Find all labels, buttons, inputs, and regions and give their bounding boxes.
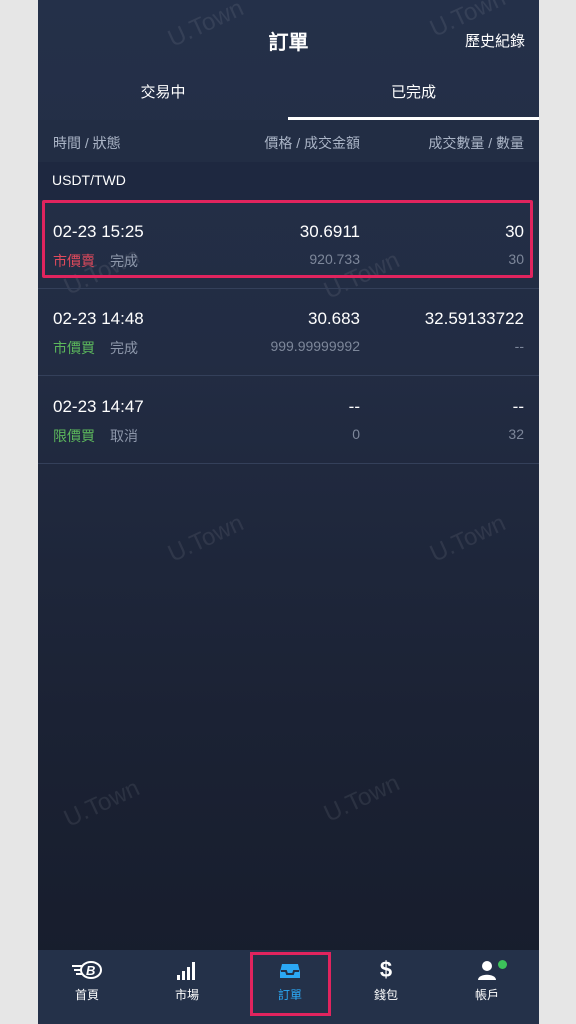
watermark: U.Town [59,774,144,833]
order-side: 限價買 [53,428,95,444]
order-side: 市價賣 [53,253,95,269]
nav-market[interactable]: 市場 [142,958,232,1008]
signal-bars-icon [142,958,232,982]
dollar-sign-icon: $ [379,957,393,982]
pair-label: USDT/TWD [52,172,126,188]
order-amount: 920.733 [309,251,360,267]
history-button[interactable]: 歷史紀錄 [465,30,525,51]
nav-orders-label: 訂單 [277,988,302,1002]
order-amount: 999.99999992 [270,338,360,354]
order-time: 02-23 14:47 [53,397,144,416]
bottom-nav: B 首頁 市場 訂單 $ 錢包 帳戶 [38,950,539,1024]
svg-text:B: B [86,963,95,978]
column-price-amount: 價格 / 成交金額 [264,135,360,151]
nav-account[interactable]: 帳戶 [442,958,532,1008]
nav-account-label: 帳戶 [474,988,499,1002]
top-bar: 訂單 歷史紀錄 [38,0,539,76]
order-row[interactable]: 02-23 14:47 限價買 取消 -- 0 -- 32 [38,375,539,464]
nav-market-label: 市場 [174,988,199,1002]
order-status: 取消 [110,428,138,444]
column-filled-quantity: 成交數量 / 數量 [428,135,524,151]
order-price: 30.6911 [299,222,360,241]
tab-open-orders[interactable]: 交易中 [38,76,288,120]
page-title: 訂單 [268,32,309,54]
order-price: 30.683 [308,309,360,328]
online-status-dot [498,960,507,969]
inbox-tray-icon [245,958,335,982]
nav-wallet[interactable]: $ 錢包 [341,958,431,1008]
bitopro-logo-icon: B [42,958,132,982]
order-row[interactable]: 02-23 15:25 市價賣 完成 30.6911 920.733 30 30 [38,200,539,289]
order-filled: 30 [505,222,524,241]
user-icon [442,958,532,982]
order-status: 完成 [110,253,138,269]
order-status: 完成 [110,340,138,356]
nav-orders[interactable]: 訂單 [245,958,335,1008]
watermark: U.Town [319,769,404,828]
order-price: -- [348,397,360,416]
order-side: 市價買 [53,340,95,356]
column-time-status: 時間 / 狀態 [53,135,121,151]
order-amount: 0 [352,426,360,442]
watermark: U.Town [425,509,510,568]
order-time: 02-23 15:25 [53,222,144,241]
watermark: U.Town [163,509,248,568]
order-filled: -- [512,397,524,416]
pair-section-header: USDT/TWD [38,162,539,200]
tab-completed[interactable]: 已完成 [288,76,539,120]
order-row[interactable]: 02-23 14:48 市價買 完成 30.683 999.99999992 3… [38,287,539,376]
order-time: 02-23 14:48 [53,309,144,328]
nav-home[interactable]: B 首頁 [42,958,132,1008]
order-tabs: 交易中 已完成 [38,76,539,120]
order-filled: 32.59133722 [424,309,524,328]
order-quantity: -- [514,338,524,354]
nav-wallet-label: 錢包 [373,988,398,1002]
column-header: 時間 / 狀態 價格 / 成交金額 成交數量 / 數量 [38,120,539,162]
app-screen: U.Town U.Town U.Town U.Town U.Town U.Tow… [38,0,539,1024]
nav-home-label: 首頁 [74,988,99,1002]
order-quantity: 32 [508,426,524,442]
order-quantity: 30 [508,251,524,267]
